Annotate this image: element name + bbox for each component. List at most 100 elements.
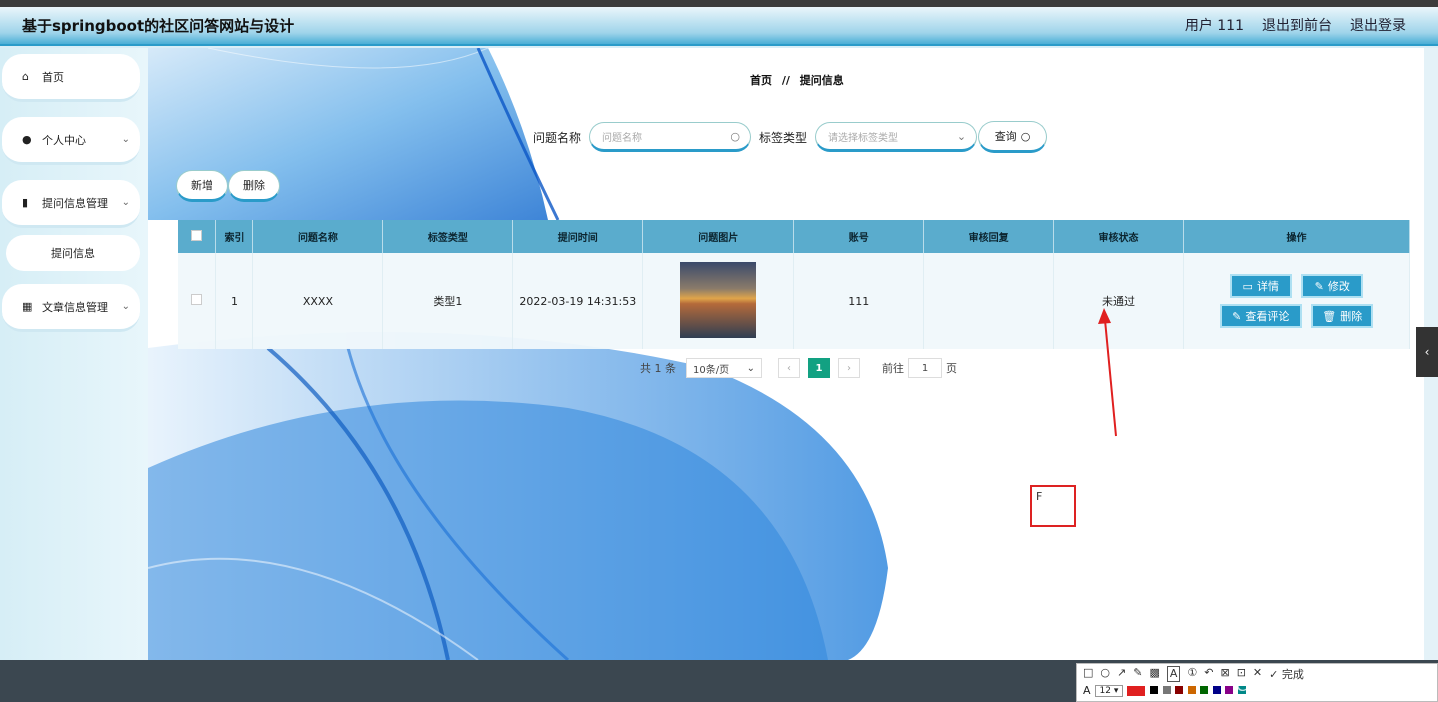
search-icon: ○ (730, 129, 741, 143)
page-size-select[interactable]: 10条/页 ⌄ (686, 358, 762, 378)
sidebar-item-home[interactable]: ⌂ 首页 (2, 54, 140, 102)
document-icon: ▮ (22, 196, 29, 209)
cell-actions: ▭ 详情 ✎ 修改 ✎ 查看评论 🗑 删除 (1183, 253, 1410, 349)
question-name-input[interactable]: 问题名称 ○ (589, 122, 752, 152)
pencil-icon: ✎ (1314, 279, 1324, 293)
table-header-row: 索引 问题名称 标签类型 提问时间 问题图片 账号 审核回复 审核状态 操作 (178, 220, 1410, 253)
font-size-value: 12 (1099, 685, 1111, 696)
tag-type-placeholder: 请选择标签类型 (828, 132, 899, 144)
chevron-down-icon: ⌄ (121, 134, 130, 145)
page-1-button[interactable]: 1 (808, 358, 830, 378)
number-icon[interactable]: ① (1187, 666, 1197, 682)
color-swatch-green[interactable] (1200, 686, 1209, 694)
app-header: 基于springboot的社区问答网站与设计 用户 111 退出到前台 退出登录 (0, 7, 1438, 46)
pin-icon[interactable]: ⊠ (1220, 666, 1229, 682)
col-header: 账号 (793, 220, 925, 253)
col-header: 提问时间 (512, 220, 644, 253)
name-label: 问题名称 (533, 130, 582, 145)
annotation-text-box[interactable]: F (1030, 485, 1076, 527)
select-all-checkbox[interactable] (191, 229, 203, 241)
delete-label: 删除 (243, 179, 265, 192)
pagination-total: 共 1 条 (640, 362, 676, 375)
sidebar-item-label: 个人中心 (42, 133, 86, 147)
query-button[interactable]: 查询 ○ (978, 121, 1047, 153)
question-name-placeholder: 问题名称 (602, 132, 643, 144)
table-row: 1 XXXX 类型1 2022-03-19 14:31:53 111 未通过 ▭… (178, 253, 1410, 349)
sidebar: ⌂ 首页 ● 个人中心 ⌄ ▮ 提问信息管理 ⌄ 提问信息 ▦ 文章信息管理 ⌄ (0, 48, 148, 660)
arrow-icon[interactable]: ↗ (1117, 666, 1126, 682)
main-content: 首页 // 提问信息 问题名称 问题名称 ○ 标签类型 请选择标签类型 ⌄ 查询… (148, 48, 1424, 660)
window-top-strip (0, 0, 1438, 7)
breadcrumb-home[interactable]: 首页 (750, 74, 772, 87)
trash-icon: 🗑 (1322, 309, 1337, 323)
undo-icon[interactable]: ↶ (1204, 666, 1213, 682)
sidebar-item-label: 提问信息管理 (42, 196, 108, 210)
color-swatch-gray[interactable] (1162, 686, 1171, 694)
col-header: 索引 (215, 220, 254, 253)
mosaic-icon[interactable]: ▩ (1149, 666, 1159, 682)
color-swatch-darkred[interactable] (1175, 686, 1184, 694)
col-header: 问题图片 (642, 220, 795, 253)
font-size-select[interactable]: 12 ▾ (1094, 684, 1124, 697)
chevron-down-icon: ⌄ (121, 301, 130, 312)
sidebar-subitem-question-info[interactable]: 提问信息 (6, 235, 140, 271)
delete-row-button[interactable]: 🗑 删除 (1311, 304, 1374, 328)
cell-reply (923, 253, 1055, 349)
color-palette (1150, 684, 1247, 697)
annotation-arrow (1098, 308, 1117, 437)
cell-index: 1 (215, 253, 254, 349)
delete-row-label: 删除 (1340, 310, 1363, 323)
tag-type-select[interactable]: 请选择标签类型 ⌄ (815, 122, 978, 152)
app-title: 基于springboot的社区问答网站与设计 (22, 17, 295, 35)
chevron-down-icon: ⌄ (121, 197, 130, 208)
bulk-delete-button[interactable]: 删除 (228, 170, 280, 202)
chevron-left-icon: ‹ (1424, 345, 1430, 359)
logout-link[interactable]: 退出登录 (1350, 15, 1406, 35)
add-button[interactable]: 新增 (176, 170, 228, 202)
sidebar-item-personal-center[interactable]: ● 个人中心 ⌄ (2, 117, 140, 165)
sidebar-item-article-manage[interactable]: ▦ 文章信息管理 ⌄ (2, 284, 140, 332)
question-image-thumbnail[interactable] (680, 261, 757, 338)
goto-label: 前往 (882, 362, 904, 375)
color-swatch-orange[interactable] (1187, 686, 1196, 694)
page-size-value: 10条/页 (693, 364, 730, 376)
user-icon: ● (22, 133, 32, 146)
row-checkbox[interactable] (191, 294, 203, 305)
header-nav: 用户 111 退出到前台 退出登录 (1185, 15, 1406, 35)
goto-page-input[interactable]: 1 (908, 358, 942, 378)
search-bar: 问题名称 问题名称 ○ 标签类型 请选择标签类型 ⌄ (533, 122, 978, 152)
col-header: 标签类型 (382, 220, 514, 253)
pen-icon[interactable]: ✎ (1133, 666, 1142, 682)
document-icon: ▭ (1242, 279, 1253, 293)
next-page-button[interactable]: › (838, 358, 860, 378)
add-label: 新增 (191, 179, 213, 192)
home-icon: ⌂ (22, 70, 29, 83)
sidebar-item-label: 提问信息 (51, 247, 95, 260)
color-swatch-black[interactable] (1150, 686, 1159, 694)
col-header: 审核回复 (923, 220, 1055, 253)
collapse-panel-tab[interactable]: ‹ (1416, 327, 1438, 377)
question-table: 索引 问题名称 标签类型 提问时间 问题图片 账号 审核回复 审核状态 操作 1… (178, 220, 1410, 349)
query-label: 查询 (994, 130, 1017, 143)
sidebar-item-question-manage[interactable]: ▮ 提问信息管理 ⌄ (2, 180, 140, 228)
to-front-link[interactable]: 退出到前台 (1262, 15, 1332, 35)
tag-label: 标签类型 (759, 130, 808, 145)
chevron-down-icon: ⌄ (956, 129, 967, 143)
detail-button[interactable]: ▭ 详情 (1229, 274, 1292, 298)
color-swatch-navy[interactable] (1212, 686, 1221, 694)
color-swatch-purple[interactable] (1225, 686, 1234, 694)
edit-button[interactable]: ✎ 修改 (1301, 274, 1364, 298)
edit-label: 修改 (1327, 280, 1350, 293)
grid-icon: ▦ (22, 300, 33, 313)
ellipse-icon[interactable]: ○ (1100, 666, 1110, 682)
prev-page-button[interactable]: ‹ (778, 358, 800, 378)
cell-time: 2022-03-19 14:31:53 (512, 253, 644, 349)
current-color-swatch[interactable] (1127, 685, 1146, 696)
csdn-watermark: CSDN @道可毕设项目 (1236, 676, 1399, 695)
col-header: 操作 (1183, 220, 1410, 253)
rectangle-icon[interactable]: □ (1083, 666, 1093, 682)
text-tool-icon[interactable]: A (1166, 666, 1181, 682)
view-comments-button[interactable]: ✎ 查看评论 (1219, 304, 1302, 328)
user-label[interactable]: 用户 111 (1185, 15, 1244, 35)
col-header: 审核状态 (1053, 220, 1185, 253)
